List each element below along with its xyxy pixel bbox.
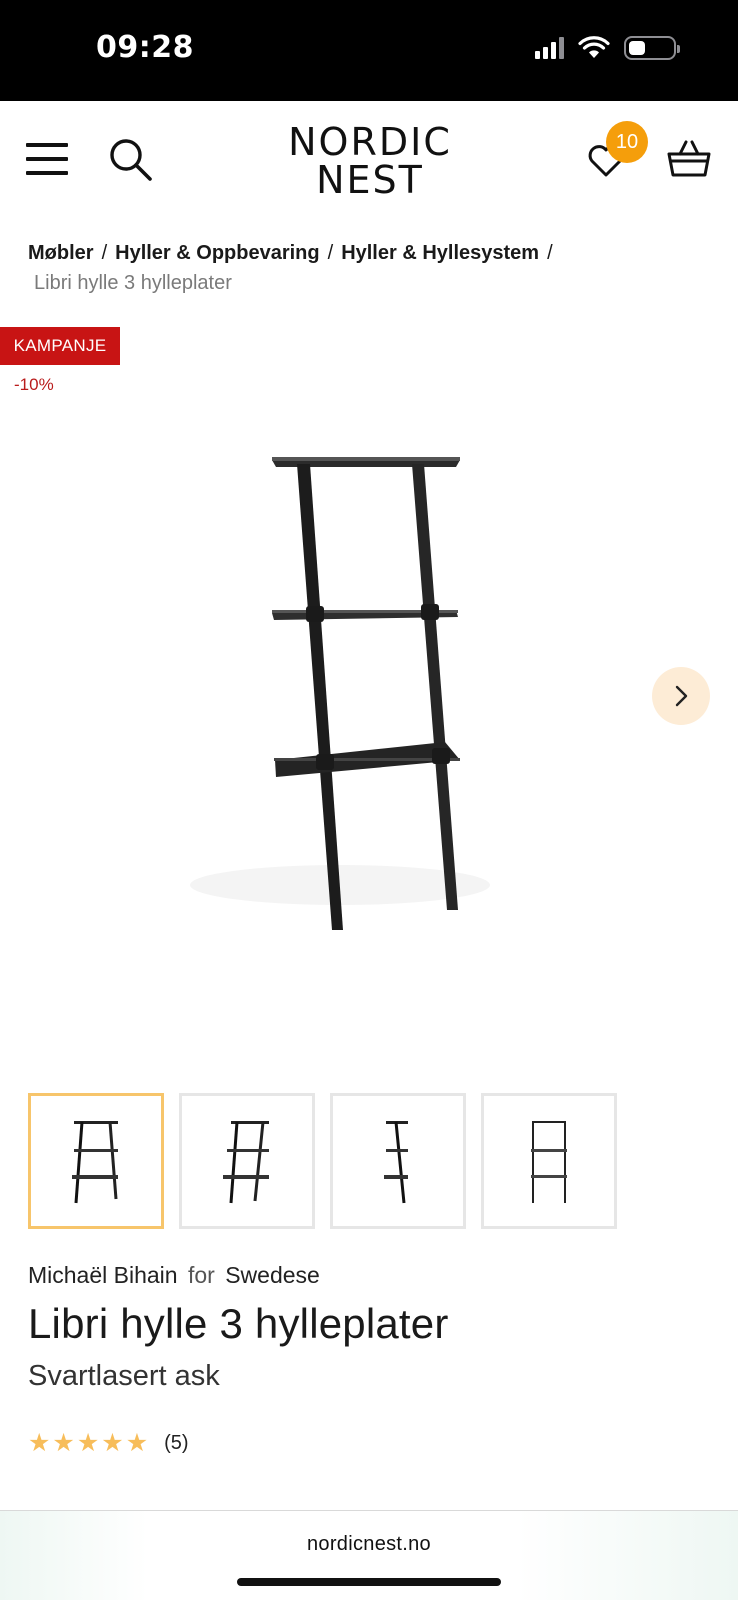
designer-for-text: for: [187, 1262, 215, 1288]
wifi-icon: [578, 36, 610, 58]
shelf-thumbnail-image: [384, 1121, 408, 1204]
product-designer: Michaël Bihain for Swedese: [28, 1262, 320, 1289]
star-icon: ★: [52, 1429, 75, 1457]
star-icon: ★: [28, 1429, 51, 1457]
search-icon[interactable]: [108, 137, 154, 183]
breadcrumb-separator: /: [547, 242, 553, 264]
browser-url[interactable]: nordicnest.no: [0, 1533, 738, 1556]
thumbnail-4[interactable]: [481, 1093, 617, 1229]
thumbnail-3[interactable]: [330, 1093, 466, 1229]
site-logo[interactable]: NORDIC NEST: [285, 123, 455, 199]
thumbnail-2[interactable]: [179, 1093, 315, 1229]
home-indicator[interactable]: [237, 1578, 501, 1586]
breadcrumb-link-mobler[interactable]: Møbler: [28, 238, 94, 268]
status-time: 09:28: [96, 30, 194, 65]
discount-label: -10%: [14, 375, 54, 394]
review-count: (5): [164, 1431, 189, 1454]
status-bar: 09:28: [0, 0, 738, 101]
campaign-badge: KAMPANJE: [0, 327, 120, 365]
next-image-button[interactable]: [652, 667, 710, 725]
breadcrumb: Møbler / Hyller & Oppbevaring / Hyller &…: [28, 238, 718, 298]
breadcrumb-separator: /: [101, 242, 108, 264]
thumbnail-1[interactable]: [28, 1093, 164, 1229]
basket-icon[interactable]: [666, 137, 712, 183]
thumbnail-strip: [28, 1093, 617, 1229]
product-rating[interactable]: ★ ★ ★ ★ ★ (5): [28, 1430, 189, 1456]
menu-icon[interactable]: [26, 139, 70, 179]
breadcrumb-link-hyller-oppbevaring[interactable]: Hyller & Oppbevaring: [115, 238, 320, 268]
shelf-thumbnail-image: [72, 1121, 118, 1204]
shelf-thumbnail-image: [531, 1121, 567, 1203]
shelf-thumbnail-image: [223, 1121, 269, 1204]
breadcrumb-link-hyller-hyllesystem[interactable]: Hyller & Hyllesystem: [341, 238, 539, 268]
breadcrumb-current: Libri hylle 3 hylleplater: [34, 272, 232, 294]
browser-bottom-bar: nordicnest.no: [0, 1510, 738, 1600]
logo-line-1: NORDIC: [288, 120, 452, 164]
status-icons: [535, 36, 680, 60]
site-header: NORDIC NEST 10: [0, 101, 738, 221]
star-icon: ★: [101, 1429, 124, 1457]
designer-name[interactable]: Michaël Bihain: [28, 1262, 178, 1288]
brand-name[interactable]: Swedese: [225, 1262, 320, 1288]
breadcrumb-separator: /: [327, 242, 334, 264]
product-variant: Svartlasert ask: [28, 1360, 220, 1392]
wishlist-count-badge: 10: [606, 121, 648, 163]
star-icon: ★: [76, 1429, 100, 1457]
product-title: Libri hylle 3 hylleplater: [28, 1300, 449, 1347]
battery-icon: [624, 36, 680, 60]
star-icon: ★: [125, 1429, 149, 1457]
chevron-right-icon: [675, 685, 688, 707]
signal-icon: [535, 37, 564, 59]
logo-line-2: NEST: [316, 158, 424, 202]
product-image[interactable]: [160, 430, 520, 950]
